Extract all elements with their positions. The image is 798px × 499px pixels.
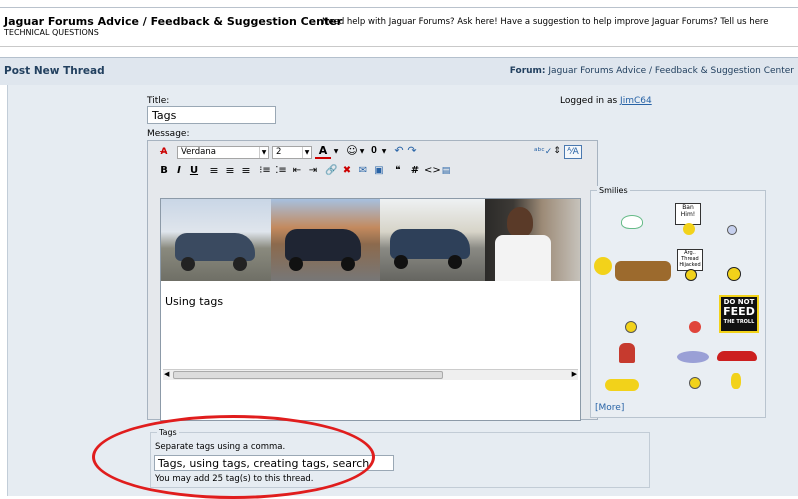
- horizontal-scrollbar[interactable]: ◀ ▶: [163, 369, 578, 380]
- thinking-smiley-icon[interactable]: [689, 377, 701, 389]
- toolbar-row-2: B I U ≡ ≡ ≡ ⁝≡ ⁚≡ ⇤ ⇥ 🔗 ✖ ✉ ▣ ❝ # <> ▤: [148, 163, 597, 179]
- forum-description: Need help with Jaguar Forums? Ask here! …: [322, 17, 769, 27]
- forum-link[interactable]: Jaguar Forums Advice / Feedback & Sugges…: [548, 66, 794, 76]
- indent-icon[interactable]: ⇥: [307, 165, 319, 177]
- spellcheck-icon[interactable]: ᵃᵇᶜ✓: [534, 146, 552, 158]
- outdent-icon[interactable]: ⇤: [291, 165, 303, 177]
- align-right-icon[interactable]: ≡: [240, 165, 252, 177]
- forum-breadcrumb: Forum: Jaguar Forums Advice / Feedback &…: [510, 66, 794, 76]
- ban-sign-text: Ban Him!: [680, 204, 696, 218]
- resize-icon[interactable]: ⇕: [553, 145, 561, 157]
- undo-icon[interactable]: ↶: [393, 145, 405, 157]
- font-size-value: 2: [276, 147, 282, 157]
- chat-smiley-icon[interactable]: [677, 351, 709, 363]
- smilies-panel: Smilies Ban Him! Arg.. Thread Hijacked D…: [590, 186, 766, 418]
- red-car-icon[interactable]: [717, 351, 757, 361]
- numbered-list-icon[interactable]: ⁝≡: [259, 165, 271, 177]
- insert-email-icon[interactable]: ✉: [357, 165, 369, 177]
- top-divider: [0, 7, 798, 8]
- editor-content-area[interactable]: Using tags ◀ ▶: [160, 198, 581, 421]
- top-bar: [0, 0, 798, 8]
- font-family-select[interactable]: Verdana ▼: [177, 146, 269, 159]
- do-not-feed-troll-icon[interactable]: DO NOT FEED THE TROLL: [719, 295, 759, 333]
- more-smilies: [More]: [595, 403, 624, 413]
- hijack-sign-text: Arg.. Thread Hijacked: [679, 250, 701, 268]
- chevron-down-icon[interactable]: ▼: [359, 146, 365, 158]
- forum-subtitle: TECHNICAL QUESTIONS: [4, 28, 99, 37]
- annotation-circle: [92, 415, 375, 499]
- bold-icon[interactable]: B: [159, 165, 169, 177]
- car-photo-2[interactable]: [271, 199, 380, 281]
- camera-smiley-icon[interactable]: [727, 267, 741, 281]
- hijack-smiley-face-icon[interactable]: [685, 269, 697, 281]
- chevron-down-icon[interactable]: ▼: [333, 146, 339, 158]
- font-size-select[interactable]: 2 ▼: [272, 146, 312, 159]
- message-editor: A̶ Verdana ▼ 2 ▼ A ▼ ☺ ▼ 𝟎 ▼ ↶ ↷ ᵃᵇᶜ✓ ⇕ …: [147, 140, 598, 421]
- scroll-right-icon[interactable]: ▶: [572, 370, 577, 378]
- title-input[interactable]: Tags: [147, 106, 276, 124]
- section-title: Post New Thread: [4, 65, 105, 77]
- reading-smiley-icon[interactable]: [619, 343, 635, 363]
- code-icon[interactable]: <>: [424, 165, 441, 177]
- chevron-down-icon: ▼: [302, 147, 311, 158]
- insert-image-icon[interactable]: ▣: [373, 165, 385, 177]
- remove-link-icon[interactable]: ✖: [341, 165, 353, 177]
- redo-icon[interactable]: ↷: [406, 145, 418, 157]
- hashtag-icon[interactable]: #: [410, 165, 420, 177]
- angry-smiley-icon[interactable]: [689, 321, 701, 333]
- smilies-legend: Smilies: [597, 186, 630, 195]
- forum-header: Jaguar Forums Advice / Feedback & Sugges…: [0, 12, 798, 46]
- remove-format-icon[interactable]: A̶: [157, 146, 171, 158]
- editor-body-text: Using tags: [165, 295, 224, 308]
- horse-icon: [615, 261, 671, 281]
- insert-link-icon[interactable]: 🔗: [325, 165, 337, 177]
- logged-in-prefix: Logged in as: [560, 96, 618, 106]
- title-label: Title:: [147, 96, 170, 106]
- dead-horse-smiley-icon[interactable]: [594, 257, 612, 275]
- chevron-down-icon: ▼: [259, 147, 268, 158]
- quote-icon[interactable]: ❝: [392, 165, 404, 177]
- ban-him-smiley-icon[interactable]: Ban Him!: [675, 203, 701, 225]
- scroll-left-icon[interactable]: ◀: [164, 370, 169, 378]
- font-family-value: Verdana: [181, 147, 216, 157]
- forum-prefix: Forum:: [509, 66, 546, 76]
- sad-smiley-icon[interactable]: [625, 321, 637, 333]
- username-link[interactable]: JimC64: [620, 96, 652, 106]
- tshirt-photo[interactable]: [485, 199, 580, 281]
- align-left-icon[interactable]: ≡: [208, 165, 220, 177]
- car-photo-1[interactable]: [161, 199, 271, 281]
- group-smiley-icon[interactable]: [605, 379, 639, 391]
- troll-sign-line-3: THE TROLL: [723, 319, 755, 325]
- logged-in-info: Logged in as JimC64: [560, 96, 652, 106]
- php-icon[interactable]: ▤: [440, 165, 452, 177]
- sleeping-smiley-icon[interactable]: [621, 215, 643, 229]
- italic-icon[interactable]: I: [174, 165, 184, 177]
- thread-hijacked-smiley-icon[interactable]: Arg.. Thread Hijacked: [677, 249, 703, 271]
- underline-icon[interactable]: U: [189, 165, 199, 177]
- font-color-icon[interactable]: A: [315, 145, 331, 159]
- attachment-icon[interactable]: 𝟎: [368, 145, 380, 157]
- alien-smiley-icon[interactable]: [727, 225, 737, 235]
- party-smiley-icon[interactable]: [731, 373, 741, 389]
- section-header: Post New Thread Forum: Jaguar Forums Adv…: [0, 57, 798, 85]
- more-smilies-link[interactable]: [More]: [595, 403, 624, 413]
- image-strip: [161, 199, 580, 281]
- forum-title[interactable]: Jaguar Forums Advice / Feedback & Sugges…: [4, 15, 342, 28]
- chevron-down-icon[interactable]: ▼: [381, 146, 387, 158]
- troll-sign-line-2: FEED: [723, 305, 755, 318]
- car-photo-3[interactable]: [380, 199, 485, 281]
- switch-editor-mode-icon[interactable]: ᴬ⁄A: [564, 145, 582, 159]
- align-center-icon[interactable]: ≡: [224, 165, 236, 177]
- ban-smiley-face-icon[interactable]: [683, 223, 695, 235]
- smiley-icon[interactable]: ☺: [346, 145, 358, 157]
- toolbar-row-1: A̶ Verdana ▼ 2 ▼ A ▼ ☺ ▼ 𝟎 ▼ ↶ ↷ ᵃᵇᶜ✓ ⇕ …: [148, 141, 597, 159]
- bullet-list-icon[interactable]: ⁚≡: [275, 165, 287, 177]
- message-label: Message:: [147, 129, 190, 139]
- header-divider: [0, 46, 798, 47]
- scrollbar-thumb[interactable]: [173, 371, 443, 379]
